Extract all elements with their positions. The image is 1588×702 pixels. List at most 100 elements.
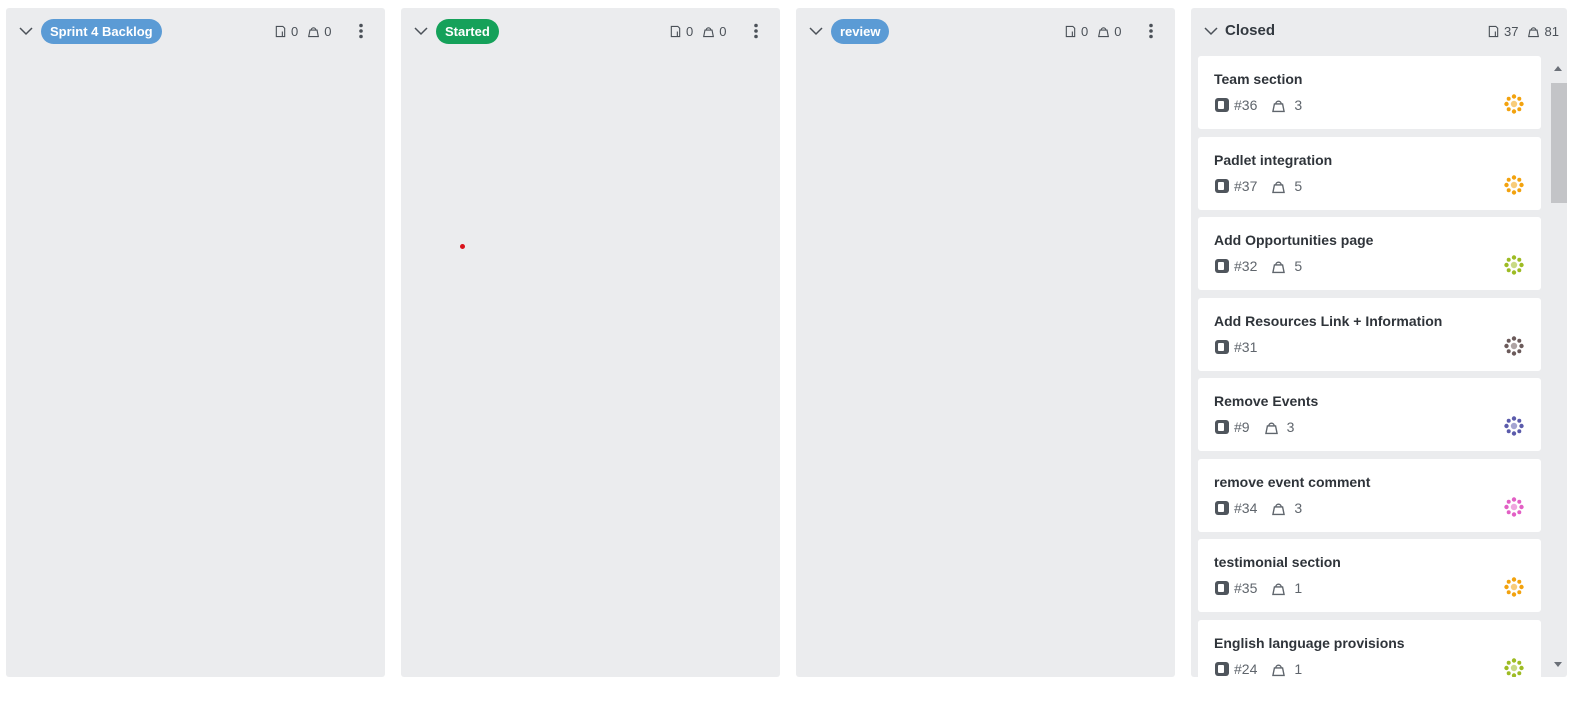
issue-count: 37 [1504, 23, 1519, 39]
list-header: review 0 0 [796, 8, 1175, 54]
scrollbar-thumb[interactable] [1551, 83, 1567, 203]
kebab-menu-icon[interactable] [1142, 22, 1160, 40]
issue-weight: 1 [1294, 580, 1303, 596]
weight-icon [1272, 503, 1286, 515]
issue-weight: 5 [1294, 178, 1303, 194]
issue-number: #32 [1234, 258, 1258, 274]
issue-card[interactable]: testimonial section #35 1 [1198, 539, 1541, 612]
assignee-avatar[interactable] [1503, 496, 1525, 518]
issue-card[interactable]: Add Opportunities page #32 5 [1198, 217, 1541, 290]
issue-number: #24 [1234, 661, 1258, 677]
list-header: Closed 37 81 [1191, 8, 1567, 54]
list-label-pill[interactable]: Sprint 4 Backlog [41, 19, 162, 44]
cursor-marker [460, 244, 465, 249]
issue-meta: #31 [1214, 338, 1257, 356]
kebab-menu-icon[interactable] [747, 22, 765, 40]
issue-card[interactable]: English language provisions #24 1 [1198, 620, 1541, 677]
closed-issue-icon [1215, 179, 1229, 193]
weight-icon [1264, 422, 1278, 434]
assignee-avatar[interactable] [1503, 415, 1525, 437]
assignee-avatar[interactable] [1503, 576, 1525, 598]
list-header: Started 0 0 [401, 8, 780, 54]
weight-icon [1272, 100, 1286, 112]
list-label-pill[interactable]: Started [436, 19, 499, 44]
chevron-down-icon[interactable] [18, 23, 34, 39]
assignee-avatar[interactable] [1503, 254, 1525, 276]
issue-number: #37 [1234, 178, 1258, 194]
board-list-started: Started 0 0 [401, 8, 780, 677]
weight-icon [308, 26, 320, 37]
issue-card[interactable]: Add Resources Link + Information #31 [1198, 298, 1541, 371]
issue-weight: 5 [1294, 258, 1303, 274]
issue-count: 0 [291, 23, 299, 39]
closed-issue-icon [1215, 662, 1229, 676]
issue-title[interactable]: Remove Events [1214, 393, 1318, 409]
chevron-down-icon[interactable] [808, 23, 824, 39]
scroll-up-arrow-icon[interactable] [1553, 64, 1563, 72]
closed-issue-icon [1215, 259, 1229, 273]
issue-count: 0 [1081, 23, 1089, 39]
closed-issue-icon [1215, 340, 1229, 354]
issue-icon [1065, 25, 1076, 37]
list-counts: 0 0 [274, 23, 331, 39]
board-list-review: review 0 0 [796, 8, 1175, 677]
issue-weight: 3 [1294, 500, 1303, 516]
closed-issue-icon [1215, 581, 1229, 595]
issue-title[interactable]: Add Opportunities page [1214, 232, 1373, 248]
list-counts: 37 81 [1487, 23, 1559, 39]
issue-meta: #35 1 [1214, 579, 1302, 597]
closed-issue-icon [1215, 98, 1229, 112]
issue-card[interactable]: remove event comment #34 3 [1198, 459, 1541, 532]
assignee-avatar[interactable] [1503, 174, 1525, 196]
issue-number: #9 [1234, 419, 1250, 435]
assignee-avatar[interactable] [1503, 335, 1525, 357]
weight-icon [703, 26, 715, 37]
issue-number: #35 [1234, 580, 1258, 596]
issue-icon [275, 25, 286, 37]
chevron-down-icon[interactable] [413, 23, 429, 39]
weight-count: 0 [719, 23, 727, 39]
issue-weight: 1 [1294, 661, 1303, 677]
list-counts: 0 0 [669, 23, 726, 39]
weight-icon [1272, 181, 1286, 193]
issue-title[interactable]: remove event comment [1214, 474, 1370, 490]
issue-card[interactable]: Padlet integration #37 5 [1198, 137, 1541, 210]
board-list-closed: Closed 37 81 Team section #36 3 Padlet inte… [1191, 8, 1567, 677]
scroll-down-arrow-icon[interactable] [1553, 661, 1563, 669]
list-header: Sprint 4 Backlog 0 0 [6, 8, 385, 54]
issue-board: Sprint 4 Backlog 0 0 Started 0 0 review … [0, 0, 1588, 702]
issue-card[interactable]: Remove Events #9 3 [1198, 378, 1541, 451]
issue-number: #31 [1234, 339, 1258, 355]
issue-title[interactable]: English language provisions [1214, 635, 1405, 651]
issue-meta: #9 3 [1214, 418, 1294, 436]
assignee-avatar[interactable] [1503, 93, 1525, 115]
issue-title[interactable]: Padlet integration [1214, 152, 1332, 168]
issue-icon [670, 25, 681, 37]
weight-count: 81 [1544, 23, 1559, 39]
list-counts: 0 0 [1064, 23, 1121, 39]
chevron-down-icon[interactable] [1203, 23, 1219, 39]
issue-card[interactable]: Team section #36 3 [1198, 56, 1541, 129]
weight-count: 0 [324, 23, 332, 39]
board-list-sprint-4-backlog: Sprint 4 Backlog 0 0 [6, 8, 385, 677]
issue-count: 0 [686, 23, 694, 39]
kebab-menu-icon[interactable] [352, 22, 370, 40]
issue-meta: #34 3 [1214, 499, 1302, 517]
scrollbar[interactable] [1549, 64, 1567, 677]
weight-icon [1272, 261, 1286, 273]
weight-icon [1272, 583, 1286, 595]
issue-title[interactable]: Team section [1214, 71, 1302, 87]
weight-icon [1272, 664, 1286, 676]
issue-number: #34 [1234, 500, 1258, 516]
issue-title[interactable]: testimonial section [1214, 554, 1341, 570]
list-title: Closed [1225, 22, 1276, 39]
issue-weight: 3 [1294, 97, 1303, 113]
closed-issue-icon [1215, 501, 1229, 515]
closed-issue-icon [1215, 420, 1229, 434]
assignee-avatar[interactable] [1503, 657, 1525, 677]
weight-icon [1098, 26, 1110, 37]
weight-icon [1528, 26, 1540, 37]
issue-meta: #36 3 [1214, 96, 1302, 114]
list-label-pill[interactable]: review [831, 19, 890, 44]
issue-title[interactable]: Add Resources Link + Information [1214, 313, 1442, 329]
